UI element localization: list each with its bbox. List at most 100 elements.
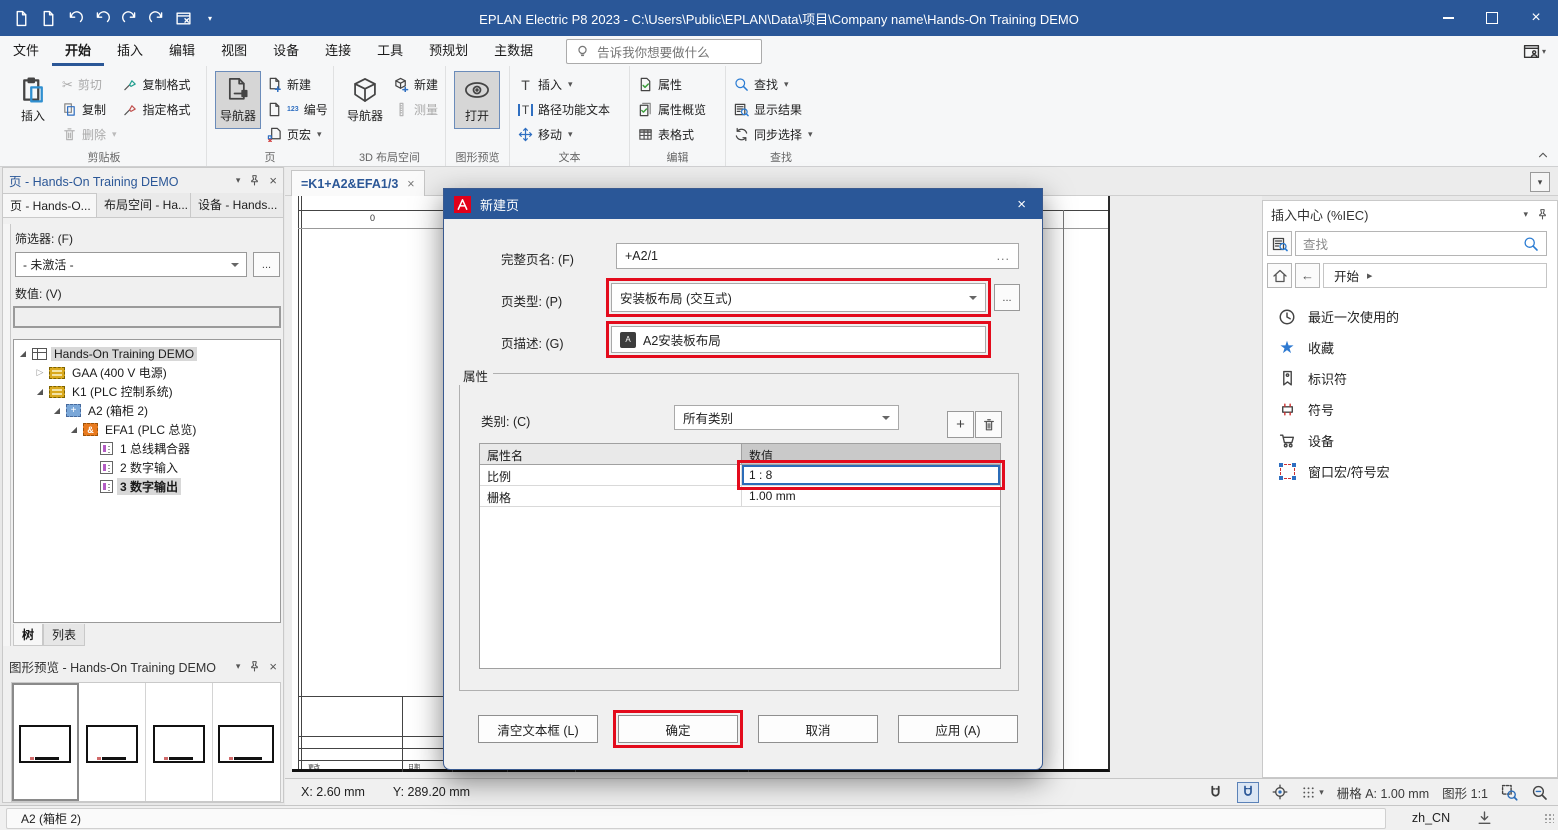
customize-quick-access-icon[interactable]: ▾ [201,9,219,27]
tab-insert[interactable]: 插入 [104,36,156,66]
grid-toggle[interactable]: ▾ [1301,785,1324,800]
insert-item-identifiers[interactable]: 标识符 [1263,363,1557,394]
tab-tree[interactable]: 树 [13,624,43,646]
page-thumbnail[interactable] [79,683,146,801]
panel-close-icon[interactable]: × [269,659,277,674]
tree-item-project[interactable]: ◢Hands-On Training DEMO [14,344,280,363]
page-description-input[interactable]: A A2安装板布局 [611,326,986,353]
pin-icon[interactable] [248,660,261,673]
new-page-button[interactable]: 新建 [267,74,328,95]
path-function-text-button[interactable]: T路径功能文本 [518,99,610,120]
layout-space-navigator-button[interactable]: 导航器 [342,71,388,129]
home-button[interactable] [1267,263,1292,288]
page-macro-button[interactable]: 页宏 [267,124,328,145]
tab-preplanning[interactable]: 预规划 [416,36,481,66]
insert-center-search[interactable]: 查找 [1295,231,1547,256]
undo-list-icon[interactable] [66,9,84,27]
ok-button[interactable]: 确定 [618,715,738,743]
pin-icon[interactable] [248,174,261,187]
copy-button[interactable]: 复制 [62,99,117,120]
close-button[interactable]: × [1514,0,1558,36]
clear-text-button[interactable]: 清空文本框 (L) [478,715,598,743]
resize-grip[interactable] [1544,813,1554,823]
full-page-name-input[interactable]: +A2/1 ... [616,243,1019,269]
tree-item-k1[interactable]: ◢K1 (PLC 控制系统) [14,382,280,401]
tab-list[interactable]: 列表 [43,624,85,646]
magnet-icon[interactable] [1207,784,1224,801]
insert-item-favorites[interactable]: ★收藏 [1263,332,1557,363]
previous-page-icon[interactable] [12,9,30,27]
panel-tab-devices[interactable]: 设备 - Hands... [191,193,283,217]
close-project-icon[interactable] [174,9,192,27]
new-layout-space-button[interactable]: 新建 [394,74,438,95]
insert-item-devices[interactable]: 设备 [1263,425,1557,456]
insert-text-button[interactable]: T插入 [518,74,610,95]
more-icon[interactable]: ... [997,249,1010,263]
paste-button[interactable]: 插入 [10,71,56,129]
redo-list-icon[interactable] [147,9,165,27]
page-type-combo[interactable]: 安装板布局 (交互式) [611,283,986,312]
insert-item-symbols[interactable]: 符号 [1263,394,1557,425]
add-property-button[interactable]: + [947,411,974,438]
tab-device[interactable]: 设备 [260,36,312,66]
scale-value-cell[interactable]: 1 : 8 [742,465,1000,485]
panel-tab-pages[interactable]: 页 - Hands-O... [3,193,97,217]
table-row-grid[interactable]: 栅格 1.00 mm [480,486,1000,507]
panel-tab-layout-space[interactable]: 布局空间 - Ha... [97,193,191,217]
zoom-selection-icon[interactable] [1501,784,1518,801]
delete-property-button[interactable] [975,411,1002,438]
tab-tools[interactable]: 工具 [364,36,416,66]
tab-connection[interactable]: 连接 [312,36,364,66]
tab-file[interactable]: 文件 [0,36,52,66]
panel-menu-icon[interactable]: ▾ [236,661,241,672]
page-type-more-button[interactable]: ... [994,284,1020,311]
workspace-button[interactable]: ▾ [1523,43,1546,60]
open-preview-button[interactable]: 打开 [454,71,500,129]
move-text-button[interactable]: 移动 [518,124,610,145]
tab-view[interactable]: 视图 [208,36,260,66]
cancel-button[interactable]: 取消 [758,715,878,743]
filter-combo[interactable]: - 未激活 - [15,252,247,277]
panel-menu-icon[interactable]: ▾ [236,175,241,186]
tree-item-a2[interactable]: ◢A2 (箱柜 2) [14,401,280,420]
tab-masterdata[interactable]: 主数据 [481,36,546,66]
download-icon[interactable] [1476,810,1493,827]
category-combo[interactable]: 所有类别 [674,405,899,430]
insert-item-macros[interactable]: 窗口宏/符号宏 [1263,456,1557,487]
sync-selection-button[interactable]: 同步选择 [734,124,813,145]
show-results-button[interactable]: 显示结果 [734,99,813,120]
breadcrumb[interactable]: 开始 ▶ [1323,263,1547,288]
minimize-button[interactable] [1426,0,1470,36]
maximize-button[interactable] [1470,0,1514,36]
tree-item-page-2[interactable]: 2 数字输入 [14,458,280,477]
filter-value-input[interactable] [13,306,281,328]
show-results-button[interactable] [1267,231,1292,256]
next-page-icon[interactable] [39,9,57,27]
editor-tab[interactable]: =K1+A2&EFA1/3 × [291,170,425,196]
page-thumbnail[interactable] [146,683,213,801]
center-snap-icon[interactable] [1272,784,1288,800]
copy-format-button[interactable]: 复制格式 [123,74,191,95]
number-pages-button[interactable]: 123编号 [267,99,328,120]
tab-close-icon[interactable]: × [407,177,414,191]
tab-edit[interactable]: 编辑 [156,36,208,66]
tell-me-search[interactable]: 告诉我你想要做什么 [566,39,762,64]
filter-more-button[interactable]: ... [253,252,280,277]
tree-item-page-1[interactable]: 1 总线耦合器 [14,439,280,458]
window-list-button[interactable]: ▾ [1530,172,1550,192]
page-thumbnail[interactable] [213,683,280,801]
page-thumbnail[interactable] [12,683,79,801]
zoom-100-icon[interactable] [1531,784,1548,801]
property-overview-button[interactable]: 属性概览 [638,99,706,120]
back-button[interactable]: ← [1295,263,1320,288]
panel-close-icon[interactable]: × [269,173,277,188]
table-row-scale[interactable]: 比例 1 : 8 [480,465,1000,486]
assign-format-button[interactable]: 指定格式 [123,99,191,120]
tree-item-efa1[interactable]: ◢EFA1 (PLC 总览) [14,420,280,439]
pin-icon[interactable] [1536,208,1549,221]
undo-icon[interactable] [93,9,111,27]
apply-button[interactable]: 应用 (A) [898,715,1018,743]
tree-item-page-3[interactable]: 3 数字输出 [14,477,280,496]
tab-home[interactable]: 开始 [52,36,104,66]
snap-toggle[interactable] [1237,782,1259,803]
